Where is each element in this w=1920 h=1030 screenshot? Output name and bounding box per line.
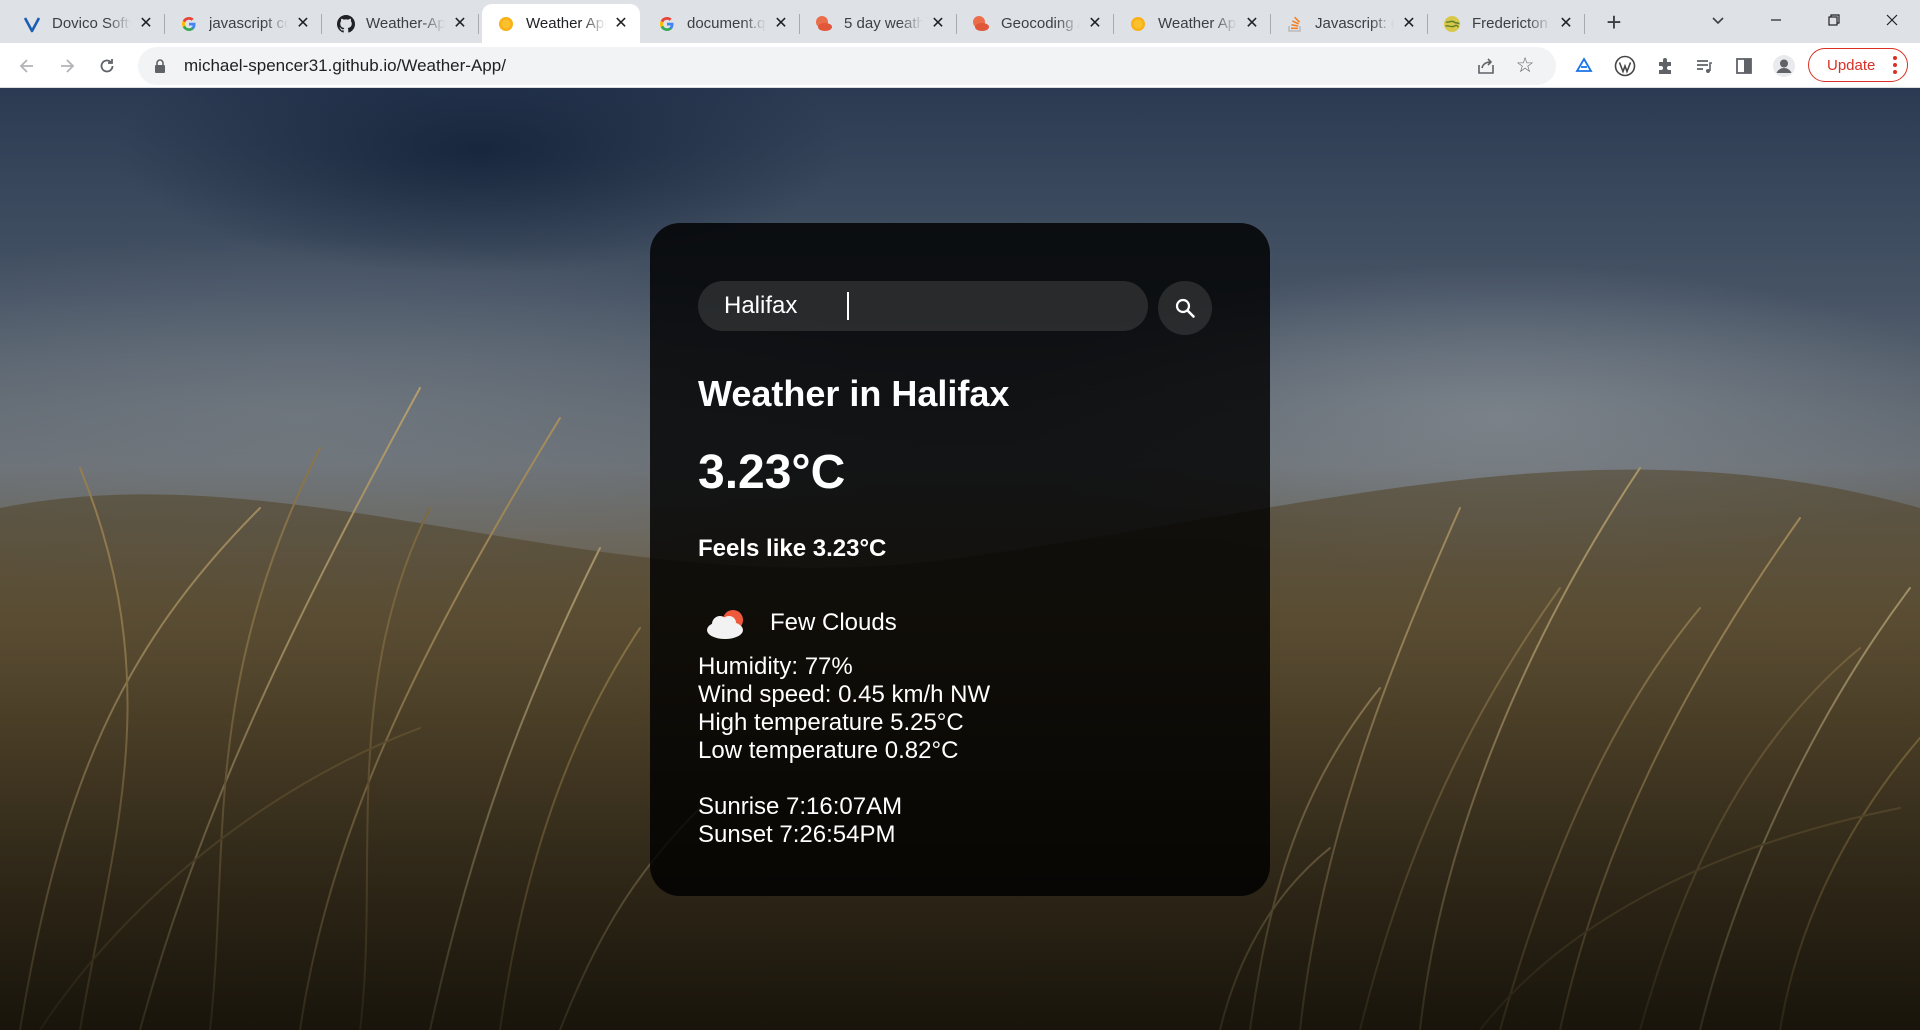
sunrise: Sunrise 7:16:07AM bbox=[698, 793, 903, 820]
tab-title: Dovico Software bbox=[52, 15, 131, 32]
tab-title: javascript convert bbox=[209, 15, 288, 32]
search-bar bbox=[698, 281, 1222, 335]
close-icon[interactable]: ✕ bbox=[772, 15, 790, 33]
google-drive-extension-icon[interactable] bbox=[1572, 54, 1596, 78]
close-icon[interactable]: ✕ bbox=[1086, 15, 1104, 33]
search-button[interactable] bbox=[1158, 281, 1212, 335]
tab-divider bbox=[1584, 14, 1585, 34]
forward-button[interactable] bbox=[50, 49, 84, 83]
update-label: Update bbox=[1827, 56, 1876, 74]
close-icon[interactable]: ✕ bbox=[612, 15, 630, 33]
close-icon[interactable]: ✕ bbox=[1400, 15, 1418, 33]
tab-title: Weather App bbox=[1158, 15, 1237, 32]
profile-avatar-icon[interactable] bbox=[1772, 54, 1796, 78]
arrow-right-icon bbox=[61, 59, 75, 73]
reload-icon bbox=[100, 59, 114, 73]
dovico-icon bbox=[22, 14, 42, 34]
weather-card: Weather in Halifax 3.23°C Feels like 3.2… bbox=[650, 223, 1270, 896]
close-icon[interactable]: ✕ bbox=[137, 15, 155, 33]
close-icon[interactable]: ✕ bbox=[451, 15, 469, 33]
close-icon[interactable]: ✕ bbox=[294, 15, 312, 33]
close-icon[interactable]: ✕ bbox=[1557, 15, 1575, 33]
low-temperature: Low temperature 0.82°C bbox=[698, 737, 959, 764]
wind-speed: Wind speed: 0.45 km/h NW bbox=[698, 681, 991, 708]
close-window-button[interactable] bbox=[1864, 0, 1920, 40]
tab-divider bbox=[478, 14, 479, 34]
arrow-left-icon bbox=[19, 59, 33, 73]
extensions-puzzle-icon[interactable] bbox=[1653, 54, 1677, 78]
tab-title: Fredericton bbox=[1472, 15, 1548, 32]
tab-title: document.querySelector bbox=[687, 15, 766, 32]
tab-5-day-forecast[interactable]: 5 day weather forecast ✕ bbox=[800, 4, 957, 43]
sun-icon bbox=[1128, 14, 1148, 34]
openweather-icon bbox=[971, 14, 991, 34]
back-button[interactable] bbox=[10, 49, 44, 83]
tab-github-weather-app[interactable]: Weather-App ✕ bbox=[322, 4, 479, 43]
city-search-input[interactable] bbox=[698, 281, 1148, 331]
github-icon bbox=[336, 14, 356, 34]
more-menu-icon bbox=[1893, 56, 1897, 77]
side-panel-icon[interactable] bbox=[1732, 54, 1756, 78]
sun-times: Sunrise 7:16:07AM Sunset 7:26:54PM bbox=[698, 793, 902, 849]
tab-google-document[interactable]: document.querySelector ✕ bbox=[643, 4, 800, 43]
openweather-icon bbox=[814, 14, 834, 34]
chevron-down-icon bbox=[1712, 17, 1724, 25]
feels-like: Feels like 3.23°C bbox=[698, 535, 887, 562]
close-icon bbox=[1886, 14, 1898, 26]
tab-fredericton[interactable]: Fredericton ✕ bbox=[1428, 4, 1585, 43]
tab-google-javascript[interactable]: javascript convert ✕ bbox=[165, 4, 322, 43]
wordpress-extension-icon[interactable] bbox=[1613, 54, 1637, 78]
tab-javascript-convert[interactable]: Javascript: convert ✕ bbox=[1271, 4, 1428, 43]
weather-details: Humidity: 77% Wind speed: 0.45 km/h NW H… bbox=[698, 653, 990, 765]
update-button[interactable]: Update bbox=[1808, 48, 1908, 82]
close-icon[interactable]: ✕ bbox=[1243, 15, 1261, 33]
browser-toolbar: michael-spencer31.github.io/Weather-App/… bbox=[0, 43, 1920, 88]
bookmark-star-icon[interactable]: ☆ bbox=[1514, 55, 1536, 77]
share-icon[interactable] bbox=[1476, 56, 1496, 76]
tab-dovico[interactable]: Dovico Software ✕ bbox=[8, 4, 165, 43]
lock-icon[interactable] bbox=[152, 58, 168, 74]
restore-button[interactable] bbox=[1806, 0, 1862, 40]
condition-row: Few Clouds bbox=[698, 598, 897, 648]
sun-icon bbox=[496, 14, 516, 34]
few-clouds-icon bbox=[707, 610, 743, 639]
tab-title: Weather-App bbox=[366, 15, 445, 32]
tab-title: Weather App bbox=[526, 15, 606, 32]
url-text[interactable]: michael-spencer31.github.io/Weather-App/ bbox=[184, 56, 506, 76]
reload-button[interactable] bbox=[90, 49, 124, 83]
minimize-button[interactable] bbox=[1748, 0, 1804, 40]
tab-strip: Dovico Software ✕ javascript convert ✕ W… bbox=[0, 0, 1920, 43]
high-temperature: High temperature 5.25°C bbox=[698, 709, 964, 736]
world-icon bbox=[1442, 14, 1462, 34]
text-cursor bbox=[847, 292, 849, 320]
page-viewport: Weather in Halifax 3.23°C Feels like 3.2… bbox=[0, 88, 1920, 1030]
stackoverflow-icon bbox=[1285, 14, 1305, 34]
google-icon bbox=[179, 14, 199, 34]
tab-weather-app-2[interactable]: Weather App ✕ bbox=[1114, 4, 1271, 43]
tab-title: Javascript: convert bbox=[1315, 15, 1394, 32]
condition-text: Few Clouds bbox=[770, 609, 897, 636]
close-icon[interactable]: ✕ bbox=[929, 15, 947, 33]
tab-weather-app-active[interactable]: Weather App ✕ bbox=[482, 4, 640, 43]
city-heading: Weather in Halifax bbox=[698, 373, 1010, 414]
sunset: Sunset 7:26:54PM bbox=[698, 821, 896, 848]
restore-icon bbox=[1828, 14, 1840, 26]
tab-geocoding[interactable]: Geocoding API ✕ bbox=[957, 4, 1114, 43]
address-bar[interactable]: michael-spencer31.github.io/Weather-App/… bbox=[138, 47, 1556, 85]
humidity: Humidity: 77% bbox=[698, 653, 853, 680]
new-tab-button[interactable]: + bbox=[1598, 6, 1630, 38]
minimize-icon bbox=[1771, 19, 1781, 21]
search-icon bbox=[1175, 298, 1195, 318]
temperature: 3.23°C bbox=[698, 446, 846, 499]
tab-title: Geocoding API bbox=[1001, 15, 1080, 32]
google-icon bbox=[657, 14, 677, 34]
tab-title: 5 day weather forecast bbox=[844, 15, 923, 32]
media-queue-icon[interactable] bbox=[1692, 54, 1716, 78]
tab-search-button[interactable] bbox=[1690, 0, 1746, 40]
